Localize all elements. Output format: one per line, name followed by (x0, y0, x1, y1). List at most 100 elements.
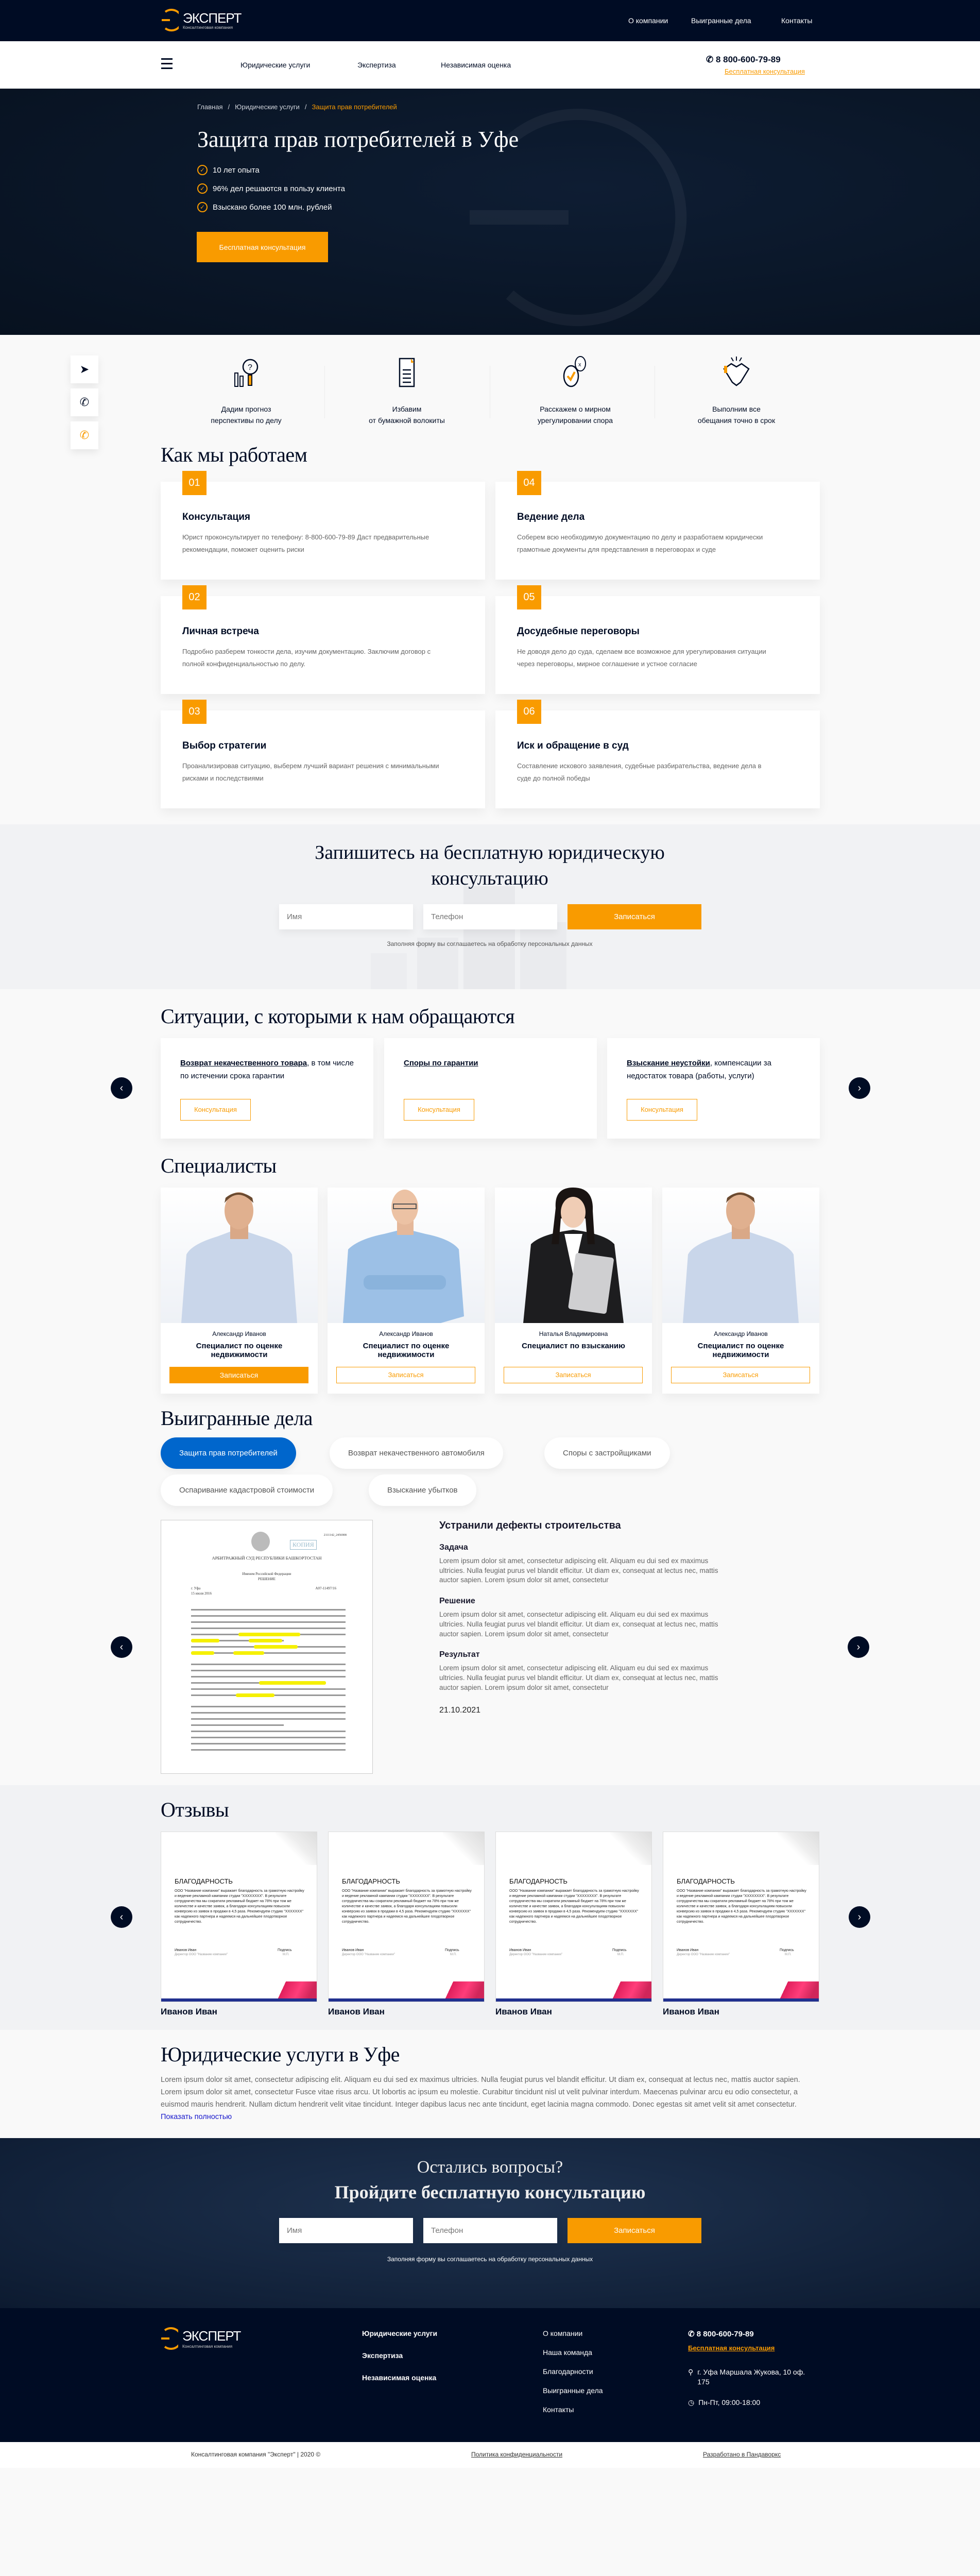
situation-consult-button[interactable]: Консультация (627, 1099, 697, 1121)
feature-text-line: урегулировании спора (537, 416, 613, 425)
breadcrumb-home[interactable]: Главная (197, 103, 222, 111)
review-author: Иванов Иван (161, 2007, 217, 2016)
cases-next-arrow[interactable]: › (848, 1636, 869, 1658)
situation-text: Возврат некачественного товара, в том чи… (180, 1057, 355, 1082)
consult-submit-button[interactable]: Записаться (568, 904, 701, 929)
step-title: Ведение дела (517, 512, 585, 522)
check-circle-icon: ✓ (197, 202, 208, 212)
doc-text-line (191, 1731, 346, 1732)
review-letter[interactable]: БЛАГОДАРНОСТЬ ООО "Название компании" выр… (161, 1832, 317, 2002)
specialist-signup-button[interactable]: Записаться (671, 1367, 810, 1383)
letter-blue-stripe (663, 1998, 819, 2002)
top-bar: ЭКСПЕРТ Консалтинговая компания О компан… (0, 0, 980, 41)
cta-submit-button[interactable]: Записаться (568, 2218, 701, 2243)
step-number: 01 (182, 471, 207, 495)
social-whatsapp-button[interactable]: ✆ (71, 388, 98, 416)
doc-stamp: КОПИЯ (290, 1540, 317, 1550)
case-tab[interactable]: Взыскание убытков (369, 1475, 476, 1506)
cta-phone-input[interactable] (423, 2218, 557, 2243)
situation-link[interactable]: Возврат некачественного товара (180, 1059, 307, 1067)
feature-text-line: Выполним все (712, 405, 761, 413)
specialists-title: Специалисты (161, 1154, 277, 1177)
footer-nav-link[interactable]: Благодарности (543, 2367, 593, 2376)
case-tab[interactable]: Возврат некачественного автомобиля (330, 1437, 503, 1469)
review-letter[interactable]: БЛАГОДАРНОСТЬ ООО "Название компании" выр… (495, 1832, 652, 2002)
nav-appraisal[interactable]: Независимая оценка (441, 61, 511, 69)
case-tab[interactable]: Оспаривание кадастровой стоимости (161, 1475, 333, 1506)
letter-sign: Подпись (612, 1948, 627, 1952)
footer-nav-link[interactable]: О компании (543, 2329, 582, 2337)
footer-hours: ◷ Пн-Пт, 09:00-18:00 (688, 2398, 760, 2407)
letter-title: БЛАГОДАРНОСТЬ (175, 1877, 233, 1885)
nav-legal-services[interactable]: Юридические услуги (240, 61, 310, 69)
court-decision-document[interactable]: 2111142_2456908 КОПИЯ АРБИТРАЖНЫЙ СУД РЕ… (161, 1520, 373, 1774)
situation-link[interactable]: Взыскание неустойки (627, 1059, 710, 1067)
header-phone[interactable]: ✆ 8 800-600-79-89 (706, 55, 781, 65)
situations-prev-arrow[interactable]: ‹ (111, 1077, 132, 1099)
footer-service-link[interactable]: Юридические услуги (362, 2329, 437, 2337)
hamburger-icon[interactable] (161, 58, 173, 69)
forecast-icon: ? (169, 355, 323, 391)
case-section-text: Lorem ipsum dolor sit amet, consectetur … (439, 1664, 718, 1691)
cta-line1: Остались вопросы? (417, 2158, 563, 2177)
handshake-icon (659, 355, 814, 391)
specialist-card: Александр Иванов Специалист по оценке нед… (328, 1188, 485, 1394)
how-title: Как мы работаем (161, 443, 307, 466)
hero-consult-button[interactable]: Бесплатная консультация (197, 232, 328, 262)
footer-consult-link[interactable]: Бесплатная консультация (688, 2344, 775, 2352)
developer-link[interactable]: Разработано в Пандаворкс (703, 2451, 781, 2458)
footer-logo[interactable]: ЭКСПЕРТ Консалтинговая компания (161, 2326, 241, 2351)
privacy-link[interactable]: Политика конфиденциальности (471, 2451, 562, 2458)
situation-consult-button[interactable]: Консультация (180, 1099, 251, 1121)
specialist-signup-button[interactable]: Записаться (169, 1367, 308, 1383)
cta-section: Остались вопросы? Пройдите бесплатную ко… (0, 2138, 980, 2308)
footer-nav-link[interactable]: Наша команда (543, 2348, 592, 2357)
consult-phone-input[interactable] (423, 904, 557, 929)
social-telegram-button[interactable]: ➤ (71, 355, 98, 383)
review-letter[interactable]: БЛАГОДАРНОСТЬ ООО "Название компании" выр… (328, 1832, 485, 2002)
reviews-next-arrow[interactable]: › (849, 1906, 870, 1928)
case-date: 21.10.2021 (439, 1706, 481, 1715)
situations-next-arrow[interactable]: › (849, 1077, 870, 1099)
letter-blue-stripe (329, 1998, 484, 2002)
review-letter[interactable]: БЛАГОДАРНОСТЬ ООО "Название компании" выр… (663, 1832, 819, 2002)
case-tab[interactable]: Споры с застройщиками (544, 1437, 670, 1469)
footer-phone[interactable]: ✆ 8 800-600-79-89 (688, 2329, 754, 2338)
specialist-signup-button[interactable]: Записаться (504, 1367, 643, 1383)
top-link-cases[interactable]: Выигранные дела (691, 16, 751, 25)
top-link-about[interactable]: О компании (628, 16, 668, 25)
top-link-contacts[interactable]: Контакты (781, 16, 812, 25)
dialog-icon: x (498, 355, 652, 391)
header-consult-link[interactable]: Бесплатная консультация (725, 67, 805, 75)
consult-name-input[interactable] (279, 904, 413, 929)
phone-number: 8 800-600-79-89 (715, 55, 781, 64)
doc-text-line (191, 1743, 346, 1744)
situation-consult-button[interactable]: Консультация (404, 1099, 474, 1121)
specialist-signup-button[interactable]: Записаться (336, 1367, 475, 1383)
footer-service-link[interactable]: Независимая оценка (362, 2374, 436, 2382)
logo[interactable]: ЭКСПЕРТ Консалтинговая компания (161, 8, 242, 32)
case-tab[interactable]: Защита прав потребителей (161, 1437, 296, 1469)
footer-logo-title: ЭКСПЕРТ (182, 2328, 241, 2344)
letter-sign: Подпись (278, 1948, 292, 1952)
consult-consent: Заполняя форму вы соглашаетесь на обрабо… (387, 940, 593, 947)
breadcrumb-legal[interactable]: Юридические услуги (235, 103, 300, 111)
letter-text: ООО "Название компании" выражает благода… (342, 1889, 472, 1924)
letter-pink-decoration (604, 1981, 651, 1998)
step-card: 06 Иск и обращение в суд Составление исков… (495, 700, 820, 808)
specialist-card: Наталья Владимировна Специалист по взыска… (495, 1188, 652, 1394)
cases-prev-arrow[interactable]: ‹ (111, 1636, 132, 1658)
footer-service-link[interactable]: Экспертиза (362, 2351, 403, 2360)
nav-expertise[interactable]: Экспертиза (357, 61, 396, 69)
show-more-link[interactable]: Показать полностью (161, 2113, 232, 2121)
feature-text-line: перспективы по делу (211, 416, 282, 425)
social-viber-button[interactable]: ✆ (71, 421, 98, 449)
footer-nav-link[interactable]: Выигранные дела (543, 2386, 603, 2395)
cta-name-input[interactable] (279, 2218, 413, 2243)
redaction-highlight (236, 1693, 274, 1697)
reviews-prev-arrow[interactable]: ‹ (111, 1906, 132, 1928)
footer-nav-link[interactable]: Контакты (543, 2405, 574, 2414)
letter-sign: Подпись (445, 1948, 459, 1952)
consult-title: Запишитесь на бесплатную юридическую кон… (315, 842, 665, 889)
situation-link[interactable]: Споры по гарантии (404, 1059, 478, 1067)
